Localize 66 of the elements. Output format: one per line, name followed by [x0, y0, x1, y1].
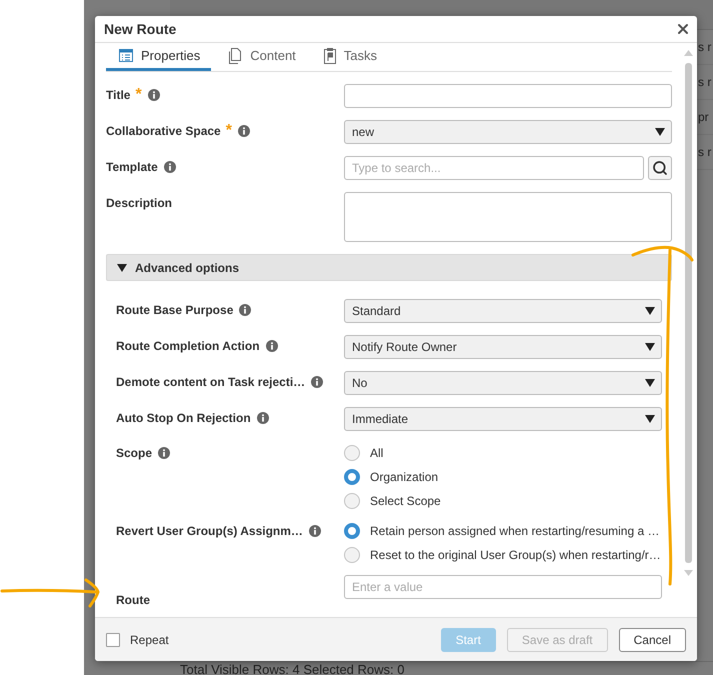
repeat-checkbox[interactable]: Repeat — [106, 632, 169, 646]
caret-icon — [645, 379, 655, 387]
field-label: Route Base Purpose — [116, 303, 234, 317]
tab[interactable]: Tasks — [310, 43, 388, 71]
info-icon[interactable] — [158, 447, 170, 459]
info-icon[interactable] — [164, 161, 176, 173]
dropdown[interactable]: new — [344, 120, 672, 144]
radio-option[interactable]: All — [344, 445, 662, 461]
info-icon[interactable] — [311, 376, 324, 388]
info-icon[interactable] — [238, 125, 250, 137]
dropdown[interactable]: Immediate — [344, 407, 662, 431]
info-icon[interactable] — [256, 412, 269, 424]
radio-button[interactable] — [344, 523, 360, 539]
documents-icon — [228, 48, 242, 64]
dialog-title: New Route — [104, 21, 176, 37]
info-icon[interactable] — [266, 340, 278, 352]
info-icon[interactable] — [148, 89, 160, 101]
field-label: Title — [106, 88, 130, 102]
table-cell-text: s r — [697, 74, 712, 91]
advanced-options-header[interactable]: Advanced options — [106, 254, 672, 281]
checkbox[interactable] — [106, 632, 120, 646]
text-field[interactable]: Enter a value — [344, 575, 662, 599]
table-icon — [119, 49, 133, 62]
caret-icon — [655, 128, 665, 136]
table-cell-text: s r — [697, 39, 712, 56]
field-label: Template — [106, 160, 158, 174]
dropdown[interactable]: No — [344, 371, 662, 395]
search-button[interactable] — [648, 156, 672, 180]
radio-option[interactable]: Retain person assigned when restarting/resuming a … — [344, 523, 662, 539]
field-label: Collaborative Space — [106, 124, 221, 138]
radio-button[interactable] — [344, 493, 360, 509]
radio-button[interactable] — [344, 547, 360, 563]
field-label: Description — [106, 196, 172, 210]
field-label: Route — [116, 593, 150, 607]
field-label: Auto Stop On Rejection — [116, 411, 251, 425]
text-field[interactable] — [344, 84, 672, 108]
button[interactable]: Cancel — [618, 628, 686, 652]
description-field[interactable] — [344, 192, 672, 242]
info-icon[interactable] — [308, 525, 321, 537]
caret-icon — [117, 264, 127, 272]
caret-icon — [645, 307, 655, 315]
tab[interactable]: Content — [215, 43, 307, 71]
required-mark: * — [226, 124, 232, 138]
dropdown[interactable]: Notify Route Owner — [344, 335, 662, 359]
radio-button[interactable] — [344, 469, 360, 485]
radio-button[interactable] — [344, 445, 360, 461]
search-icon — [652, 160, 668, 176]
required-mark: * — [135, 88, 142, 102]
flag-document-icon — [324, 48, 336, 64]
radio-option[interactable]: Organization — [344, 469, 662, 485]
field-label: Revert User Group(s) Assignm… — [116, 524, 303, 538]
dropdown[interactable]: Standard — [344, 299, 662, 323]
close-button[interactable] — [675, 21, 691, 37]
search-field[interactable]: Type to search... — [344, 156, 644, 180]
radio-option[interactable]: Select Scope — [344, 493, 662, 509]
field-label: Demote content on Task rejecti… — [116, 375, 306, 389]
close-icon — [675, 21, 691, 37]
field-label: Scope — [116, 446, 152, 460]
caret-icon — [645, 415, 655, 423]
table-cell-text: s r — [697, 144, 712, 161]
table-cell-text: pr — [697, 109, 710, 126]
tab[interactable]: Properties — [106, 43, 212, 71]
radio-option[interactable]: Reset to the original User Group(s) when restarting/r… — [344, 547, 662, 563]
field-label: Route Completion Action — [116, 339, 260, 353]
info-icon[interactable] — [239, 304, 252, 316]
caret-icon — [645, 343, 655, 351]
